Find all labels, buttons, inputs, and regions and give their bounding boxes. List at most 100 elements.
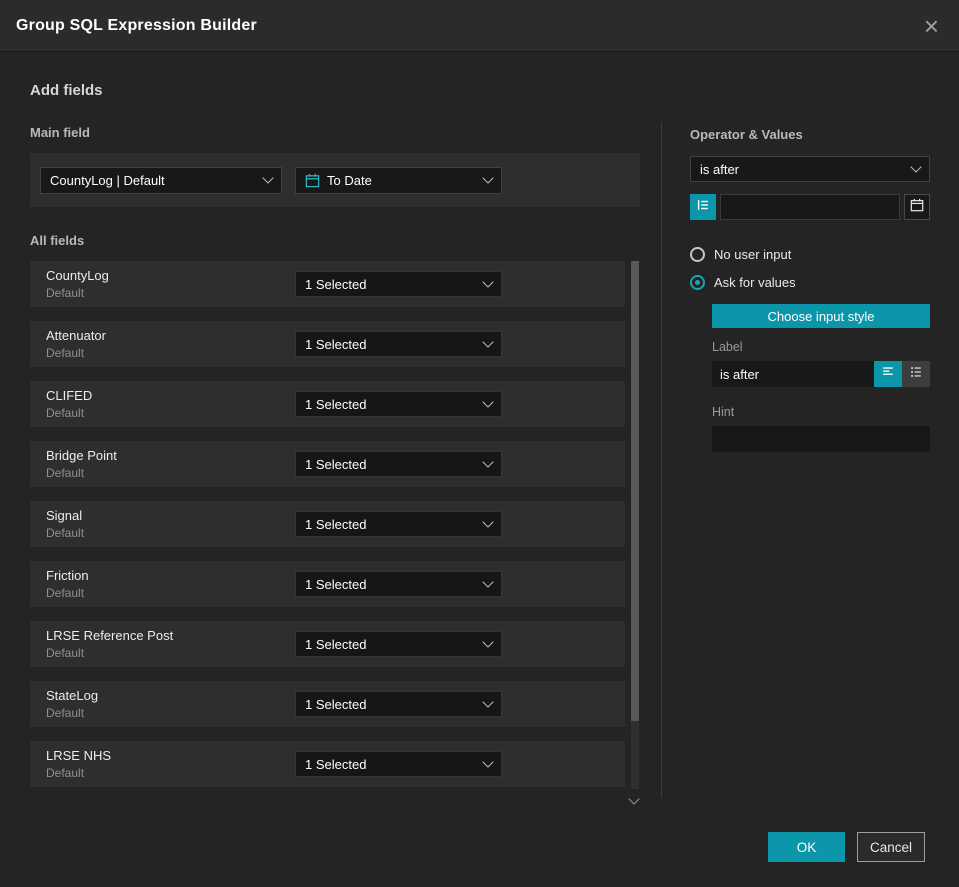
operator-values-heading: Operator & Values [690,127,803,142]
field-subtitle: Default [46,286,85,300]
field-name: Signal [46,508,83,523]
main-field-label: Main field [30,125,90,140]
chevron-down-icon [482,276,494,288]
field-name: CLIFED [46,388,93,403]
list-style-toggle[interactable] [902,361,930,387]
field-row-text: CountyLog Default [46,268,109,300]
field-name: Bridge Point [46,448,117,463]
field-values-select-value: 1 Selected [305,756,367,772]
field-row-text: Friction Default [46,568,89,600]
field-row: Attenuator Default 1 Selected [30,321,625,367]
ask-for-values-label: Ask for values [714,275,796,290]
field-name: CountyLog [46,268,109,283]
operator-values-section: Operator & Values is after No user input… [690,52,930,452]
chevron-down-icon [482,456,494,468]
field-values-select-value: 1 Selected [305,396,367,412]
field-subtitle: Default [46,526,85,540]
field-subtitle: Default [46,346,85,360]
field-values-select[interactable]: 1 Selected [295,751,502,777]
field-values-select[interactable]: 1 Selected [295,331,502,357]
chevron-down-icon [482,756,494,768]
no-user-input-radio[interactable]: No user input [690,247,930,262]
date-field-select[interactable]: To Date [295,166,502,194]
all-fields-list: CountyLog Default 1 Selected Attenuator … [30,261,642,805]
field-values-select[interactable]: 1 Selected [295,271,502,297]
ask-for-values-radio[interactable]: Ask for values [690,275,930,290]
chevron-down-icon [262,172,274,184]
field-row-text: CLIFED Default [46,388,92,420]
label-input[interactable] [712,361,874,387]
field-values-select-value: 1 Selected [305,696,367,712]
chevron-down-icon [482,576,494,588]
field-row: Bridge Point Default 1 Selected [30,441,625,487]
field-subtitle: Default [46,646,85,660]
field-row: CountyLog Default 1 Selected [30,261,625,307]
operator-select-value: is after [700,161,740,177]
bullet-list-icon [909,365,923,384]
radio-selected-icon [690,275,705,290]
operator-select[interactable]: is after [690,156,930,182]
field-name: LRSE Reference Post [46,628,174,643]
calendar-picker-button[interactable] [904,194,930,220]
field-values-select[interactable]: 1 Selected [295,511,502,537]
chevron-down-icon [482,696,494,708]
field-row-text: Bridge Point Default [46,448,117,480]
date-field-select-value: To Date [327,172,372,188]
field-values-select[interactable]: 1 Selected [295,451,502,477]
field-values-select[interactable]: 1 Selected [295,391,502,417]
field-subtitle: Default [46,706,85,720]
field-name: LRSE NHS [46,748,112,763]
calendar-icon [305,173,320,188]
field-subtitle: Default [46,766,85,780]
field-row-text: StateLog Default [46,688,98,720]
scroll-down-icon[interactable] [628,793,640,805]
hint-input[interactable] [712,426,930,452]
chevron-down-icon [482,336,494,348]
field-subtitle: Default [46,466,85,480]
no-user-input-label: No user input [714,247,792,262]
field-row-text: Attenuator Default [46,328,106,360]
field-values-select-value: 1 Selected [305,636,367,652]
column-divider [661,122,662,798]
add-fields-section: Add fields Main field CountyLog | Defaul… [30,52,642,805]
list-input-icon-button[interactable] [690,194,716,220]
cancel-button[interactable]: Cancel [857,832,925,862]
field-name: StateLog [46,688,99,703]
vertical-scrollbar[interactable] [631,261,639,789]
choose-input-style-button[interactable]: Choose input style [712,304,930,328]
main-field-select[interactable]: CountyLog | Default [40,166,282,194]
main-field-select-value: CountyLog | Default [50,172,165,188]
field-row: StateLog Default 1 Selected [30,681,625,727]
field-values-select-value: 1 Selected [305,516,367,532]
field-row-text: Signal Default [46,508,84,540]
list-input-icon [696,198,710,217]
field-row: LRSE NHS Default 1 Selected [30,741,625,787]
date-value-input[interactable] [720,194,900,220]
scrollbar-thumb[interactable] [631,261,639,721]
single-line-style-toggle[interactable] [874,361,902,387]
chevron-down-icon [482,396,494,408]
field-values-select-value: 1 Selected [305,336,367,352]
field-name: Attenuator [46,328,106,343]
group-sql-expression-builder-dialog: Group SQL Expression Builder × Add field… [0,0,959,887]
value-input-row [690,194,930,220]
label-input-row [712,361,930,387]
field-row-text: LRSE Reference Post Default [46,628,173,660]
hint-caption: Hint [712,405,735,419]
field-row: Signal Default 1 Selected [30,501,625,547]
field-values-select-value: 1 Selected [305,576,367,592]
field-values-select[interactable]: 1 Selected [295,691,502,717]
ok-button[interactable]: OK [768,832,845,862]
field-values-select-value: 1 Selected [305,456,367,472]
dialog-title: Group SQL Expression Builder [16,16,257,34]
align-left-icon [881,365,895,384]
field-values-select[interactable]: 1 Selected [295,631,502,657]
field-row: LRSE Reference Post Default 1 Selected [30,621,625,667]
chevron-down-icon [910,161,922,173]
chevron-down-icon [482,636,494,648]
field-values-select[interactable]: 1 Selected [295,571,502,597]
chevron-down-icon [482,172,494,184]
add-fields-heading: Add fields [30,82,103,99]
field-subtitle: Default [46,586,85,600]
close-icon[interactable]: × [920,13,943,39]
